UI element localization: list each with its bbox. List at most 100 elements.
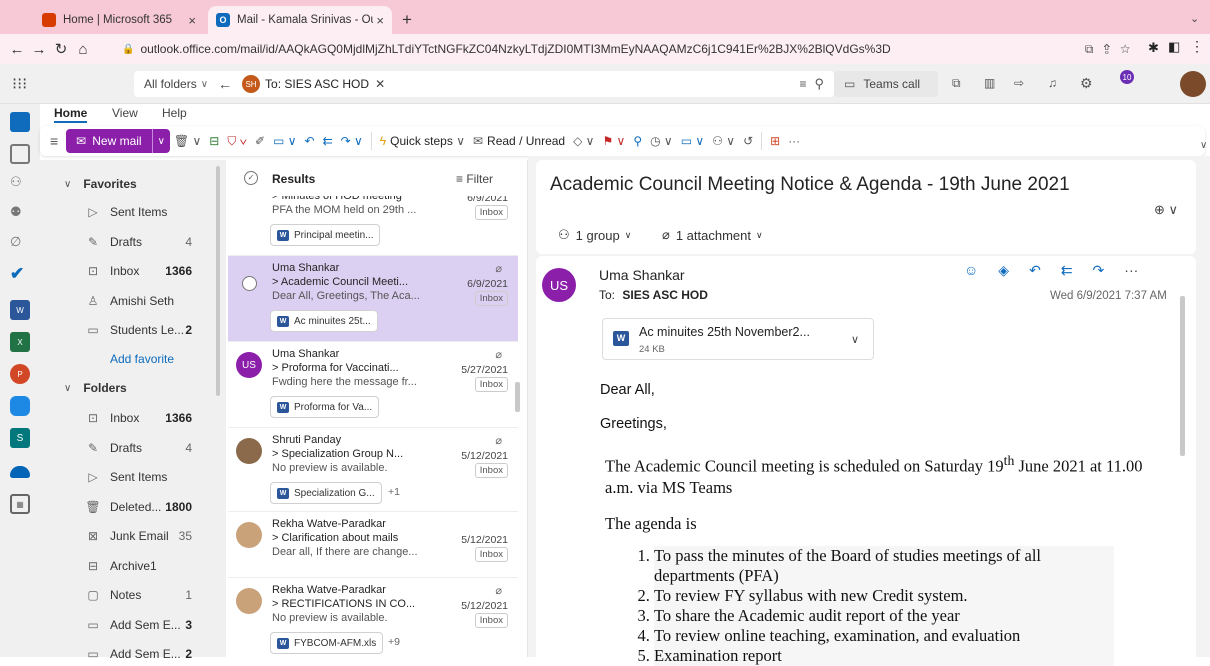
whats-new-icon[interactable]: ⇨ [1014, 76, 1024, 90]
folder-item[interactable]: ▷ Sent Items [40, 200, 220, 224]
recipient-name[interactable]: SIES ASC HOD [622, 288, 708, 302]
folder-item[interactable]: ▭ Students Le... 2 [40, 318, 220, 342]
new-mail-button[interactable]: ✉ New mail [66, 129, 152, 153]
attachment-chip[interactable]: W Ac minuites 25t... [270, 310, 378, 332]
reading-pane-scrollbar[interactable] [1180, 296, 1185, 456]
reply-icon[interactable]: ↶ [1029, 262, 1041, 279]
select-checkbox[interactable] [242, 276, 257, 291]
extensions-icon[interactable]: ✱ [1148, 40, 1159, 56]
teams-share-icon[interactable]: ◈ [998, 262, 1009, 279]
groups-icon[interactable]: ⚇ ∨ [708, 129, 739, 153]
sweep-icon[interactable]: ✐ [251, 129, 269, 153]
excel-app-icon[interactable]: X [10, 332, 30, 352]
undo-icon[interactable]: ↺ [739, 129, 757, 153]
tab-search-chevron-icon[interactable]: ⌄ [1190, 12, 1199, 25]
close-tab-icon[interactable]: × [188, 13, 196, 28]
list-item[interactable]: Rekha Watve-Paradkar > Clarification abou… [228, 512, 518, 578]
mail-app-icon[interactable] [10, 112, 30, 132]
reply-all-icon[interactable]: ⇇ [319, 129, 337, 153]
ribbon-collapse-chevron-icon[interactable]: ∨ [1200, 140, 1207, 151]
folder-item[interactable]: ⊡ Inbox 1366 [40, 406, 220, 430]
tag-category-icon[interactable]: ◇ ∨ [569, 129, 598, 153]
folder-item[interactable]: 🗑︎ Deleted... 1800 [40, 495, 220, 519]
notifications-bell-icon[interactable]: ♫ [1048, 76, 1057, 90]
tab-help[interactable]: Help [162, 106, 187, 120]
onenote-feed-icon[interactable]: ▥ [984, 76, 995, 90]
folder-item[interactable]: ▭ Add Sem E... 2 [40, 642, 220, 666]
search-bar[interactable]: All folders ∨ ← SH To: SIES ASC HOD ✕ ≡ … [134, 71, 834, 97]
groups-app-icon[interactable]: ⚉ [10, 204, 30, 224]
remove-chip-icon[interactable]: ✕ [375, 77, 385, 91]
folder-item[interactable]: ⊟ Archive1 [40, 554, 220, 578]
forward-icon[interactable]: ↷ ∨ [337, 129, 367, 153]
attachments-dropdown[interactable]: ⌀ 1 attachment ∨ [662, 227, 763, 243]
close-tab-icon[interactable]: × [376, 13, 384, 28]
address-bar-actions-icon[interactable]: ⧉⇪☆ [1085, 42, 1140, 57]
filter-button[interactable]: ≡ Filter [456, 172, 493, 186]
folder-item[interactable]: ✎ Drafts 4 [40, 436, 220, 460]
tab-home-microsoft365[interactable]: Home | Microsoft 365 × [34, 6, 204, 34]
reload-icon[interactable]: ↻ [50, 40, 72, 58]
word-app-icon[interactable]: W [10, 300, 30, 320]
list-item[interactable]: Shruti Panday > Specialization Group N...… [228, 428, 518, 512]
pin-icon[interactable]: ⚲ [629, 129, 646, 153]
report-shield-icon[interactable]: ⛉ ∨ [223, 129, 251, 153]
people-app-icon[interactable]: ⚇ [10, 174, 30, 194]
delete-trash-icon[interactable]: 🗑︎ ∨ [170, 129, 205, 153]
sender-name[interactable]: Uma Shankar [599, 267, 685, 283]
my-day-icon[interactable]: 10 [1114, 70, 1134, 94]
filter-options-icon[interactable]: ≡ [799, 77, 806, 91]
sharepoint-app-icon[interactable]: S [10, 428, 30, 448]
list-item[interactable]: Rekha Watve-Paradkar > RECTIFICATIONS IN … [228, 578, 518, 657]
attachment-card[interactable]: W Ac minuites 25th November2... 24 KB ∨ [602, 318, 874, 360]
add-favorite-link[interactable]: Add favorite [40, 347, 220, 371]
folder-item[interactable]: ▷ Sent Items [40, 465, 220, 489]
powerpoint-app-icon[interactable]: P [10, 364, 30, 384]
meet-now-icon[interactable]: ⧉ [952, 76, 961, 91]
folder-pane-scrollbar[interactable] [216, 166, 220, 396]
settings-gear-icon[interactable]: ⚙ [1080, 75, 1093, 92]
message-list-scrollbar[interactable] [515, 382, 520, 412]
tab-home[interactable]: Home [54, 106, 88, 123]
back-arrow-icon[interactable]: ← [6, 41, 28, 58]
sidepanel-icon[interactable]: ◧ [1168, 39, 1180, 55]
onedrive-app-icon[interactable] [10, 466, 30, 478]
sender-avatar[interactable]: US [542, 268, 576, 302]
attachment-chip[interactable]: W FYBCOM-AFM.xls [270, 632, 384, 654]
list-item[interactable]: Uma Shankar > Academic Council Meeti... 6/… [228, 256, 518, 342]
move-to-folder-icon[interactable]: ▭ ∨ [269, 129, 300, 153]
attach-app-icon[interactable]: ∅ [10, 234, 30, 254]
todo-app-icon[interactable]: ✔ [10, 264, 30, 284]
folder-item[interactable]: ♙ Amishi Seth [40, 289, 220, 313]
favorites-header[interactable]: ∨ Favorites [40, 172, 220, 196]
read-unread-button[interactable]: ✉ Read / Unread [469, 129, 569, 153]
snooze-clock-icon[interactable]: ◷ ∨ [646, 129, 677, 153]
teams-call-button[interactable]: ▭ Teams call [834, 71, 938, 97]
folder-item[interactable]: ✎ Drafts 4 [40, 230, 220, 254]
viva-app-icon[interactable] [10, 396, 30, 416]
flag-icon[interactable]: ⚑ ∨ [598, 129, 629, 153]
user-avatar[interactable] [1180, 71, 1206, 97]
back-arrow-icon[interactable]: ← [218, 76, 232, 92]
list-item[interactable]: US Uma Shankar > Proforma for Vaccinati...… [228, 342, 518, 428]
select-all-checkbox[interactable]: ✓ [244, 171, 258, 185]
tab-view[interactable]: View [112, 106, 138, 120]
app-launcher-icon[interactable]: ⁝⁝⁝ [12, 74, 27, 94]
address-bar[interactable]: 🔒 outlook.office.com/mail/id/AAQkAGQ0Mjd… [112, 38, 1140, 60]
archive-icon[interactable]: ⊟ [205, 129, 223, 153]
folders-header[interactable]: ∨ Folders [40, 376, 220, 400]
group-dropdown[interactable]: ⚇ 1 group ∨ [558, 227, 631, 243]
folder-item[interactable]: ⊠ Junk Email 35 [40, 524, 220, 548]
folder-item[interactable]: ▢ Notes 1 [40, 583, 220, 607]
new-mail-dropdown-chevron-icon[interactable]: ∨ [151, 129, 170, 153]
search-icon[interactable]: ⚲ [814, 76, 824, 92]
attachment-chip[interactable]: W Principal meetin... [270, 224, 381, 246]
more-apps-icon[interactable]: ▦ [10, 494, 30, 514]
emoji-react-icon[interactable]: ☺ [964, 262, 978, 279]
attachment-chip[interactable]: W Proforma for Va... [270, 396, 380, 418]
search-scope-dropdown[interactable]: All folders [144, 77, 197, 91]
zoom-icon[interactable]: ⊕ ∨ [1154, 202, 1178, 218]
apps-grid-icon[interactable]: ⊞ [766, 129, 784, 153]
hamburger-menu-icon[interactable]: ≡ [46, 129, 62, 153]
forward-icon[interactable]: ↷ [1093, 262, 1105, 279]
